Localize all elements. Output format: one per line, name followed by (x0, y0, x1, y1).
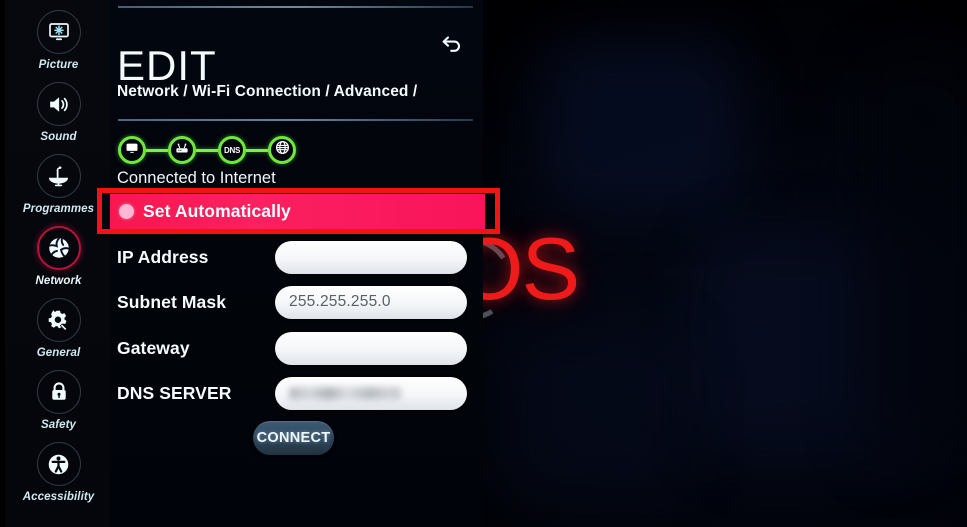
panel-top-divider (118, 6, 473, 8)
router-icon (175, 141, 189, 160)
speaker-icon (36, 82, 81, 126)
sidebar-item-label: Safety (40, 419, 77, 431)
sidebar-item-label: Picture (38, 59, 79, 71)
set-automatically-option[interactable]: Set Automatically (110, 194, 485, 229)
status-node-router (168, 136, 196, 164)
accessibility-icon (36, 442, 81, 486)
status-link (196, 148, 218, 152)
field-label: DNS SERVER (117, 382, 232, 403)
connection-status-text: Connected to Internet (117, 169, 276, 187)
subnet-mask-input[interactable]: 255.255.255.0 (275, 285, 467, 319)
sidebar-item-sound[interactable]: Sound (0, 82, 117, 143)
form-row-dns-server: DNS SERVER (117, 376, 467, 410)
background-smudge (700, 230, 930, 460)
gateway-input[interactable] (275, 331, 467, 365)
connect-button-label: CONNECT (256, 430, 331, 446)
back-button[interactable] (437, 31, 467, 61)
monitor-gear-icon (36, 10, 81, 54)
sidebar-item-safety[interactable]: Safety (0, 370, 117, 431)
status-node-dns: DNS (218, 136, 246, 164)
status-node-tv (118, 136, 146, 164)
globe-icon (275, 140, 290, 160)
dns-icon: DNS (224, 145, 240, 155)
form-row-gateway: Gateway (117, 331, 467, 365)
breadcrumb: Network / Wi-Fi Connection / Advanced / (117, 83, 418, 100)
set-automatically-label: Set Automatically (143, 201, 291, 221)
sidebar-item-accessibility[interactable]: Accessibility (0, 442, 117, 503)
back-arrow-icon (440, 33, 464, 60)
settings-sidebar: Picture Sound Programmes Network General… (0, 0, 117, 527)
satellite-dish-icon (36, 154, 81, 198)
sidebar-item-label: Programmes (22, 203, 95, 215)
page-title: EDIT (117, 42, 217, 90)
background-smudge (540, 40, 740, 210)
background-smudge (505, 330, 685, 500)
field-value-redacted (289, 386, 401, 400)
connection-status-strip: DNS (118, 136, 296, 164)
connect-button[interactable]: CONNECT (253, 421, 334, 455)
panel-middle-divider (118, 119, 473, 121)
background-smudge (860, 60, 967, 460)
sidebar-item-network[interactable]: Network (0, 226, 117, 287)
form-row-subnet-mask: Subnet Mask 255.255.255.0 (117, 285, 467, 319)
tv-icon (125, 141, 139, 160)
tv-settings-screen: OS Picture Sound Programmes Network Gene… (0, 0, 967, 527)
ip-address-input[interactable] (275, 240, 467, 274)
sidebar-item-label: General (36, 347, 81, 359)
sidebar-item-label: Network (35, 275, 82, 287)
sidebar-item-general[interactable]: General (0, 298, 117, 359)
sidebar-item-label: Accessibility (22, 491, 95, 503)
globe-network-icon (36, 226, 81, 270)
dns-server-input[interactable] (275, 376, 467, 410)
status-node-globe (268, 136, 296, 164)
radio-selected-icon (119, 204, 134, 219)
padlock-icon (36, 370, 81, 414)
sidebar-item-programmes[interactable]: Programmes (0, 154, 117, 215)
field-label: Gateway (117, 337, 190, 358)
sidebar-item-label: Sound (40, 131, 77, 143)
status-link (146, 148, 168, 152)
gear-wrench-icon (36, 298, 81, 342)
field-value: 255.255.255.0 (289, 293, 391, 310)
form-row-ip-address: IP Address (117, 240, 467, 274)
status-link (246, 148, 268, 152)
sidebar-item-picture[interactable]: Picture (0, 10, 117, 71)
field-label: Subnet Mask (117, 291, 227, 312)
field-label: IP Address (117, 246, 209, 267)
